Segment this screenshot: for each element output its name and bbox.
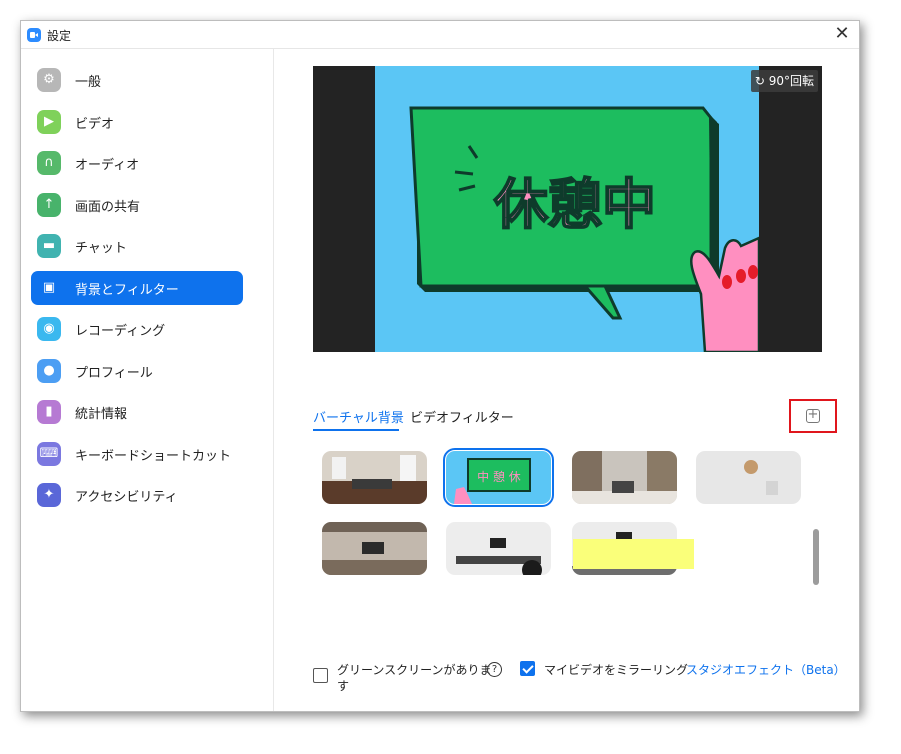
chat-bubble-icon: ▬ (37, 234, 61, 258)
sidebar-item-label: 背景とフィルター (75, 283, 179, 298)
sidebar-item-label: 統計情報 (75, 407, 128, 422)
sidebar-item-keyboard-shortcuts[interactable]: ⌨ キーボードショートカット (31, 437, 243, 471)
sidebar-item-background-filters[interactable]: ▣ 背景とフィルター (31, 271, 243, 305)
yellow-redaction-mark (573, 539, 694, 569)
settings-sidebar: ⚙ 一般 ▶ ビデオ ∩ オーディオ ↑ 画面の共有 ▬ チャット ▣ 背景とフ… (21, 49, 274, 711)
thumbnails-scrollbar[interactable] (811, 447, 819, 587)
sidebar-item-video[interactable]: ▶ ビデオ (31, 105, 243, 139)
profile-icon: ● (37, 359, 61, 383)
sidebar-item-label: キーボードショートカット (75, 449, 232, 464)
sidebar-item-label: チャット (75, 241, 127, 256)
add-background-button[interactable]: + (789, 399, 837, 433)
tab-virtual-background[interactable]: バーチャル背景 (313, 407, 404, 426)
sidebar-item-label: レコーディング (75, 324, 166, 339)
sidebar-item-general[interactable]: ⚙ 一般 (31, 63, 243, 97)
break-sign-illustration: 休憩中 (409, 106, 761, 352)
sidebar-item-profile[interactable]: ● プロフィール (31, 354, 243, 388)
sidebar-item-label: 画面の共有 (75, 200, 141, 215)
background-options: グリーンスクリーンがありま す ? マイビデオをミラーリング スタジオエフェクト… (313, 661, 846, 701)
keyboard-icon: ⌨ (37, 442, 61, 466)
mirror-video-label: マイビデオをミラーリング (544, 663, 689, 677)
mirror-video-checkbox[interactable] (520, 661, 535, 676)
library-image (572, 451, 677, 504)
headphones-icon: ∩ (37, 151, 61, 175)
sign-text: 休憩中 (493, 173, 656, 236)
sidebar-item-label: ビデオ (75, 117, 115, 132)
tv-room-image (322, 522, 427, 575)
sidebar-item-share-screen[interactable]: ↑ 画面の共有 (31, 188, 243, 222)
title-bar: 設定 ✕ (21, 21, 859, 49)
active-tab-underline (313, 429, 399, 431)
green-screen-label-cont: す (337, 679, 350, 693)
background-icon: ▣ (42, 280, 56, 295)
rotate-90-button[interactable]: ↻ 90°回転 (750, 70, 818, 92)
meeting-room-image (446, 522, 551, 575)
sidebar-item-statistics[interactable]: ▮ 統計情報 (31, 395, 243, 429)
sidebar-item-recording[interactable]: ◉ レコーディング (31, 312, 243, 346)
break-sign-image: 中 憩 休 (446, 451, 551, 504)
accessibility-icon: ✦ (37, 483, 61, 507)
virtual-background-preview: 休憩中 (375, 66, 761, 352)
background-thumbnail-clock-wall[interactable] (696, 451, 801, 504)
background-thumbnail-lounge[interactable] (322, 451, 427, 504)
gear-icon: ⚙ (37, 68, 61, 92)
zoom-app-icon (27, 28, 41, 42)
sidebar-item-audio[interactable]: ∩ オーディオ (31, 146, 243, 180)
rotate-label: 90°回転 (768, 74, 814, 88)
close-button[interactable]: ✕ (829, 22, 855, 46)
video-camera-icon: ▶ (37, 110, 61, 134)
green-screen-label: グリーンスクリーンがありま (337, 663, 492, 677)
thumbnail-sign-text: 中 憩 休 (477, 469, 521, 484)
background-thumbnail-meeting-room[interactable] (446, 522, 551, 575)
background-thumbnail-library[interactable] (572, 451, 677, 504)
sidebar-item-chat[interactable]: ▬ チャット (31, 229, 243, 263)
window-title: 設定 (47, 29, 72, 43)
rotate-icon: ↻ (754, 74, 769, 88)
sidebar-item-label: アクセシビリティ (75, 490, 178, 505)
share-screen-icon: ↑ (37, 193, 61, 217)
plus-icon: + (806, 407, 820, 423)
background-thumbnail-break-sign[interactable]: 中 憩 休 (443, 448, 554, 507)
sidebar-item-label: プロフィール (75, 366, 153, 381)
recording-icon: ◉ (37, 317, 61, 341)
settings-window: 設定 ✕ ⚙ 一般 ▶ ビデオ ∩ オーディオ ↑ 画面の共有 ▬ チャット ▣… (20, 20, 860, 712)
tab-video-filters[interactable]: ビデオフィルター (410, 407, 514, 426)
scrollbar-thumb[interactable] (813, 529, 819, 585)
lounge-image (322, 451, 427, 504)
sidebar-item-accessibility[interactable]: ✦ アクセシビリティ (31, 478, 243, 512)
background-thumbnail-tv-room[interactable] (322, 522, 427, 575)
sidebar-item-label: オーディオ (75, 158, 140, 173)
statistics-icon: ▮ (37, 400, 61, 424)
video-preview: 休憩中 ↻ 90°回転 (313, 66, 822, 352)
studio-effects-link[interactable]: スタジオエフェクト（Beta） (686, 661, 846, 678)
sidebar-item-label: 一般 (75, 75, 102, 90)
green-screen-checkbox[interactable] (313, 668, 328, 683)
clock-wall-image (696, 451, 801, 504)
help-icon[interactable]: ? (487, 662, 502, 677)
